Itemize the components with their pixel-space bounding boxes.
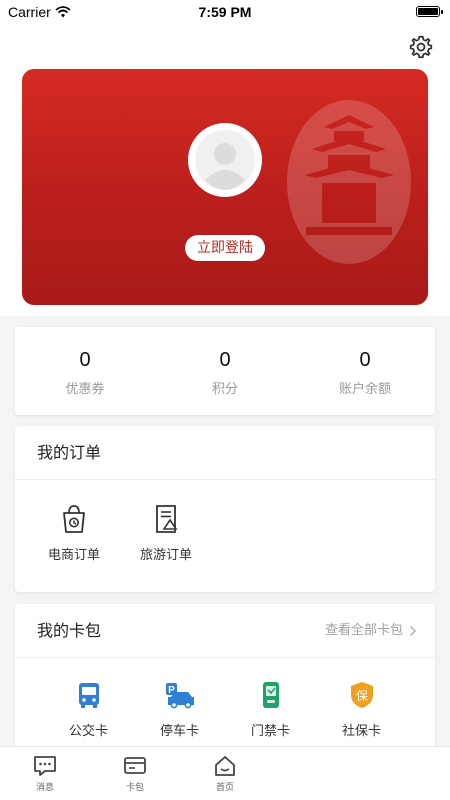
tab-card-wallet[interactable]: 卡包 [90, 747, 180, 800]
orders-title: 我的订单 [15, 426, 435, 480]
social-security-glyph: 保 [355, 689, 367, 703]
tile-label: 旅游订单 [139, 548, 192, 563]
profile-header: 立即登陆 [0, 24, 450, 316]
battery-icon [416, 6, 443, 17]
view-all-label: 查看全部卡包 [324, 623, 403, 638]
profile-card: 立即登陆 [22, 69, 428, 305]
message-icon [34, 756, 56, 776]
wallet-header: 我的卡包 查看全部卡包 [15, 604, 435, 658]
stat-label: 账户余额 [338, 382, 391, 397]
tile-label: 电商订单 [47, 548, 100, 563]
card-tile-parking[interactable]: P 停车卡 [151, 680, 209, 739]
stat-value: 0 [79, 349, 91, 371]
tab-label: 首页 [215, 783, 234, 793]
gear-icon[interactable] [408, 34, 434, 60]
tile-label: 公交卡 [68, 724, 108, 739]
orders-section: 我的订单 电商订单 旅游订单 [15, 426, 435, 592]
wallet-title: 我的卡包 [37, 621, 102, 640]
access-card-icon [262, 682, 279, 708]
chevron-right-icon [409, 625, 417, 637]
wallet-section: 我的卡包 查看全部卡包 公交卡 P 停车卡 门禁卡 保 社保卡 [15, 604, 435, 754]
travel-doc-icon [156, 505, 178, 533]
home-icon [215, 756, 235, 776]
stat-label: 积分 [211, 382, 238, 397]
stat-value: 0 [219, 349, 231, 371]
tile-label: 停车卡 [159, 724, 199, 739]
stat-label: 优惠券 [65, 382, 105, 397]
parking-car-icon: P [165, 683, 194, 709]
pagoda-watermark-icon [287, 100, 411, 264]
card-tile-bus[interactable]: 公交卡 [60, 680, 118, 739]
tile-label: 社保卡 [341, 724, 381, 739]
stats-card: 0 优惠券 0 积分 0 账户余额 [15, 327, 435, 415]
card-wallet-icon [124, 757, 146, 774]
view-all-cards-link[interactable]: 查看全部卡包 [325, 604, 417, 658]
shopping-bag-icon [63, 505, 85, 533]
status-bar: Carrier 7:59 PM [0, 0, 450, 24]
tile-label: 门禁卡 [250, 724, 290, 739]
card-tile-social-security[interactable]: 保 社保卡 [333, 680, 391, 739]
tab-bar: 消息 卡包 首页 [0, 746, 450, 800]
social-security-icon: 保 [350, 682, 373, 708]
order-tile-ecommerce[interactable]: 电商订单 [45, 504, 103, 563]
stat-value: 0 [359, 349, 371, 371]
stat-coupons[interactable]: 0 优惠券 [15, 327, 155, 415]
bus-icon [78, 683, 99, 708]
user-placeholder-icon [195, 130, 255, 190]
order-tile-travel[interactable]: 旅游订单 [137, 504, 195, 563]
stat-points[interactable]: 0 积分 [155, 327, 295, 415]
status-time: 7:59 PM [198, 4, 252, 20]
avatar[interactable] [188, 123, 262, 197]
card-tile-access[interactable]: 门禁卡 [242, 680, 300, 739]
stat-balance[interactable]: 0 账户余额 [295, 327, 435, 415]
tab-empty-slot [360, 747, 450, 800]
tab-label: 卡包 [125, 783, 144, 793]
login-button[interactable]: 立即登陆 [185, 235, 265, 261]
tab-label: 消息 [35, 783, 54, 793]
tab-home[interactable]: 首页 [180, 747, 270, 800]
tab-messages[interactable]: 消息 [0, 747, 90, 800]
tab-empty-slot [270, 747, 360, 800]
